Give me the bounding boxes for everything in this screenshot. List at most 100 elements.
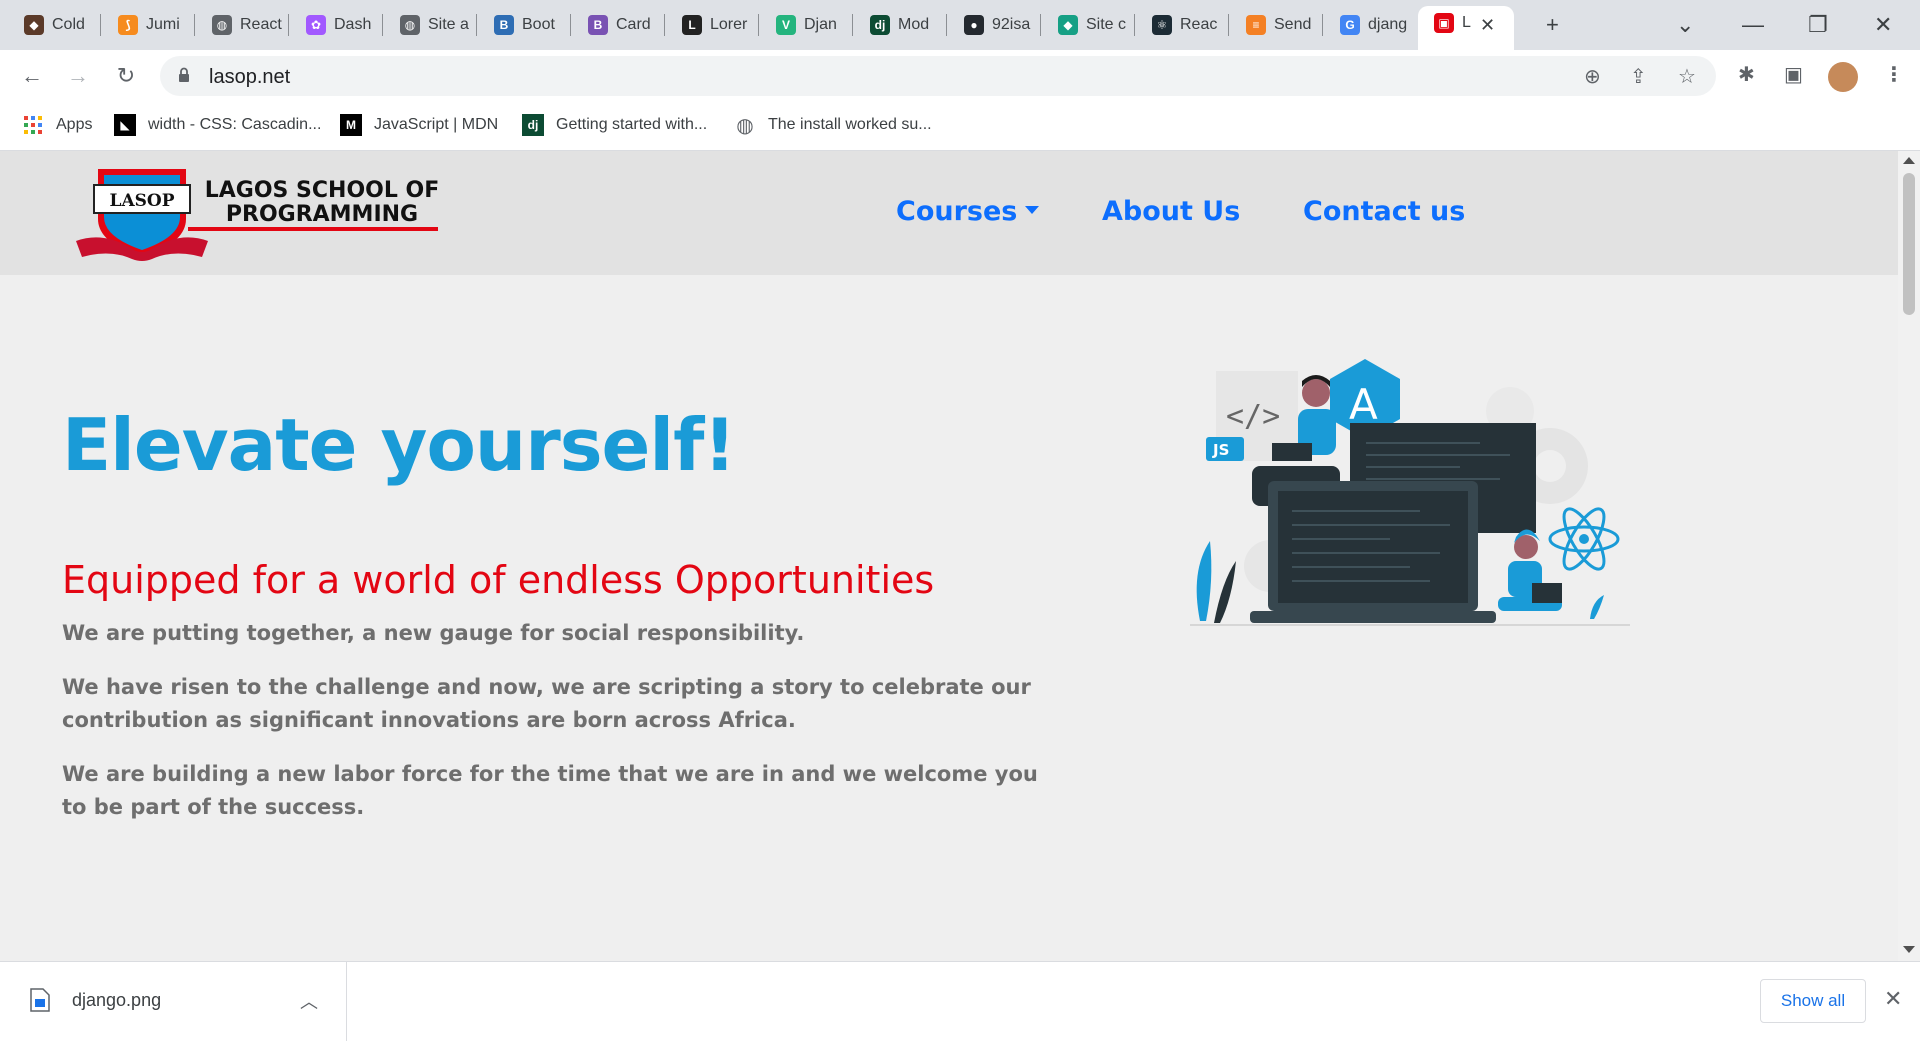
diamond-icon: ◆: [1058, 15, 1078, 35]
nav-courses-dropdown[interactable]: Courses: [896, 196, 1040, 227]
bookmark-label: width - CSS: Cascadin...: [148, 116, 322, 133]
browser-tab[interactable]: ● 92isa: [948, 8, 1038, 42]
tab-separator: [288, 14, 289, 36]
apps-grid-icon: [24, 116, 42, 134]
browser-tab[interactable]: B Card: [572, 8, 662, 42]
tab-separator: [570, 14, 571, 36]
django-icon: dj: [522, 114, 544, 136]
reload-button[interactable]: ↻: [110, 60, 142, 92]
scroll-up-arrow-icon[interactable]: [1903, 157, 1915, 164]
browser-tab[interactable]: ✿ Dash: [290, 8, 380, 42]
tab-label: Site c: [1086, 16, 1127, 33]
side-panel-icon[interactable]: ▣: [1784, 62, 1803, 87]
forward-button[interactable]: →: [62, 60, 94, 92]
mdn-icon: M: [340, 114, 362, 136]
back-button[interactable]: ←: [16, 60, 48, 92]
logo-underline: [188, 227, 438, 231]
browser-tab[interactable]: ≡ Send: [1230, 8, 1320, 42]
tab-label: 92isa: [992, 16, 1031, 33]
logo-badge-text: LASOP: [109, 191, 175, 211]
browser-tab[interactable]: dj Mod: [854, 8, 944, 42]
bookmark-install-worked[interactable]: ◍ The install worked su...: [734, 113, 932, 137]
hero-paragraph: We are building a new labor force for th…: [62, 762, 1038, 819]
tab-separator: [1322, 14, 1323, 36]
tab-separator: [100, 14, 101, 36]
nav-contact-us[interactable]: Contact us: [1303, 196, 1465, 227]
nav-about-us[interactable]: About Us: [1102, 196, 1240, 227]
tab-label: Mod: [898, 16, 930, 33]
nav-courses-label: Courses: [896, 196, 1018, 227]
bootstrap-icon: B: [494, 15, 514, 35]
browser-tab[interactable]: ◍ React: [196, 8, 286, 42]
bookmark-javascript-mdn[interactable]: M JavaScript | MDN: [340, 113, 498, 137]
browser-menu-icon[interactable]: ⋮: [1884, 62, 1904, 87]
share-icon[interactable]: ⇪: [1630, 64, 1647, 89]
bootstrap-icon: B: [588, 15, 608, 35]
browser-tab[interactable]: V Djan: [760, 8, 850, 42]
browser-tab[interactable]: ⚛ Reac: [1136, 8, 1226, 42]
maximize-button[interactable]: ❐: [1808, 10, 1828, 40]
browser-tab[interactable]: ⟆ Jumi: [102, 8, 192, 42]
site-logo[interactable]: LASOP LAGOS SCHOOL OF PROGRAMMING: [74, 165, 454, 261]
tab-label: Djan: [804, 16, 837, 33]
browser-tab[interactable]: ◍ Site a: [384, 8, 474, 42]
browser-tab[interactable]: ◆ Site c: [1042, 8, 1132, 42]
browser-tab[interactable]: B Boot: [478, 8, 568, 42]
browser-tab[interactable]: ◆ Cold: [8, 8, 98, 42]
scroll-down-arrow-icon[interactable]: [1903, 946, 1915, 953]
bookmark-django-getting-started[interactable]: dj Getting started with...: [522, 113, 707, 137]
tab-label: djang: [1368, 16, 1408, 33]
google-icon: G: [1340, 15, 1360, 35]
figma-icon: ✿: [306, 15, 326, 35]
zoom-icon[interactable]: ⊕: [1584, 64, 1601, 89]
tab-label: Card: [616, 16, 651, 33]
page-scrollbar[interactable]: [1898, 151, 1920, 961]
scroll-thumb[interactable]: [1903, 173, 1915, 315]
tab-label: Jumi: [146, 16, 180, 33]
browser-tab[interactable]: Gdjang: [1324, 8, 1414, 42]
tab-separator: [194, 14, 195, 36]
bookmark-apps[interactable]: Apps: [22, 113, 92, 137]
close-tab-icon[interactable]: ✕: [1480, 15, 1495, 36]
browser-tab[interactable]: ▣ L ✕: [1418, 6, 1514, 50]
tab-search-chevron-icon[interactable]: ⌄: [1676, 10, 1694, 40]
globe-icon: ◍: [736, 114, 754, 137]
bookmark-label: Getting started with...: [556, 116, 708, 133]
minimize-button[interactable]: —: [1742, 10, 1764, 40]
bookmarks-bar: Apps ◣ width - CSS: Cascadin... M JavaSc…: [0, 102, 1920, 151]
stackoverflow-icon: ≡: [1246, 15, 1266, 35]
mdn-icon: ◣: [114, 114, 136, 136]
jumia-icon: ⟆: [118, 15, 138, 35]
bookmark-label: The install worked su...: [768, 116, 932, 133]
lasop-icon: ▣: [1434, 13, 1454, 33]
browser-tab[interactable]: L Lorer: [666, 8, 756, 42]
address-bar[interactable]: lasop.net ⊕ ⇪ ☆: [160, 56, 1716, 96]
new-tab-button[interactable]: +: [1546, 10, 1559, 40]
caret-down-icon: [1025, 205, 1040, 214]
profile-avatar[interactable]: [1828, 62, 1858, 92]
close-shelf-icon[interactable]: ✕: [1884, 986, 1902, 1012]
bookmark-label: JavaScript | MDN: [374, 116, 499, 133]
download-item[interactable]: django.png ︿: [0, 962, 347, 1041]
extensions-puzzle-icon[interactable]: ✱: [1738, 62, 1755, 87]
bookmark-star-icon[interactable]: ☆: [1678, 64, 1696, 89]
code-label: </>: [1226, 399, 1280, 434]
globe-icon: ◍: [400, 15, 420, 35]
tab-separator: [946, 14, 947, 36]
tab-label: L: [1462, 14, 1471, 31]
tab-separator: [664, 14, 665, 36]
url-text[interactable]: lasop.net: [209, 66, 290, 89]
github-icon: ●: [964, 15, 984, 35]
chevron-up-icon[interactable]: ︿: [300, 988, 318, 1014]
tab-separator: [1040, 14, 1041, 36]
download-file-name: django.png: [72, 990, 162, 1010]
show-all-downloads-button[interactable]: Show all: [1760, 979, 1866, 1023]
vue-icon: V: [776, 15, 796, 35]
image-file-icon: [30, 988, 50, 1012]
site-header: LASOP LAGOS SCHOOL OF PROGRAMMING Course…: [0, 151, 1898, 275]
angular-label: A: [1349, 380, 1378, 429]
bookmark-css-width[interactable]: ◣ width - CSS: Cascadin...: [114, 113, 321, 137]
close-window-button[interactable]: ✕: [1874, 10, 1892, 40]
tab-label: Send: [1274, 16, 1312, 33]
tab-label: Site a: [428, 16, 469, 33]
